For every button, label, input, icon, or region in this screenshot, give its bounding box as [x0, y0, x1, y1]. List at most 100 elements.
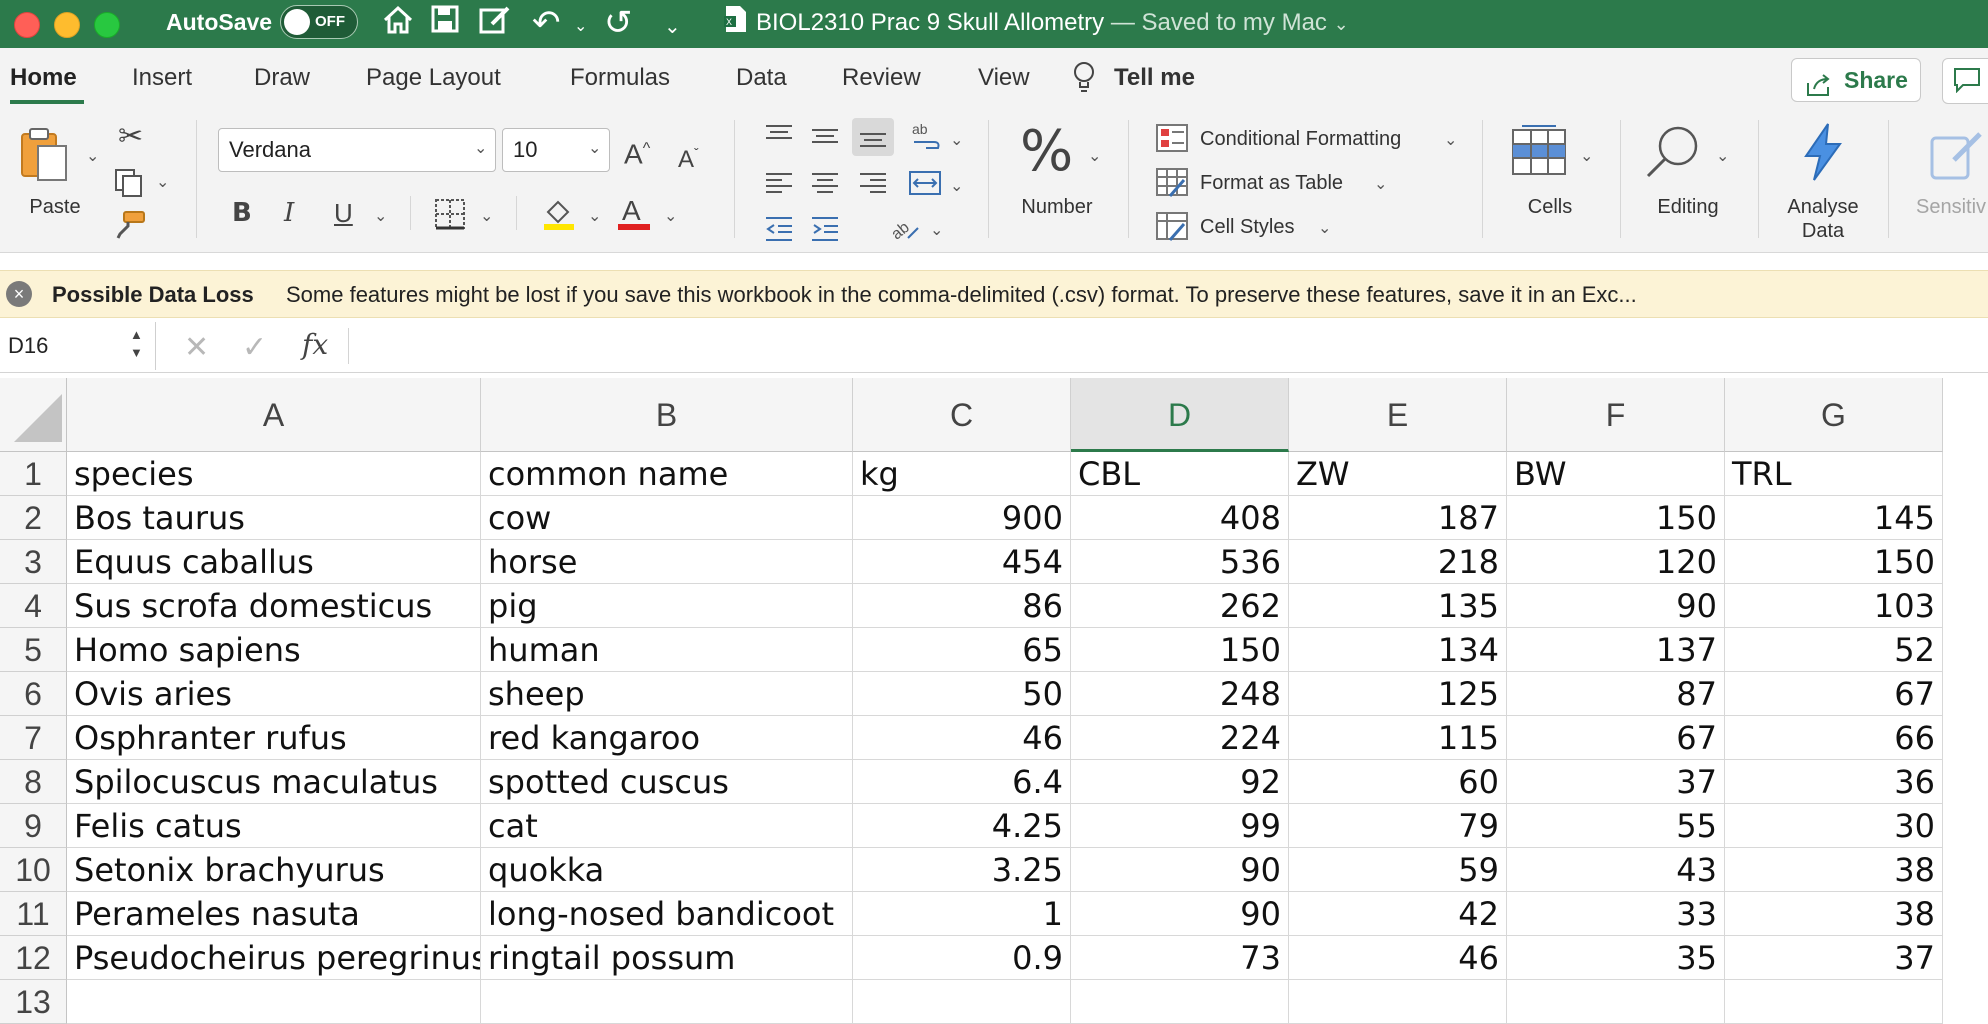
header-cell[interactable]: BW — [1507, 452, 1725, 496]
row-header[interactable]: 5 — [0, 628, 67, 672]
table-cell[interactable]: 3.25 — [853, 848, 1071, 892]
font-size-dropdown-icon[interactable]: ⌄ — [588, 138, 601, 158]
header-cell[interactable]: ZW — [1289, 452, 1507, 496]
comments-button[interactable] — [1942, 58, 1988, 104]
merge-icon[interactable] — [908, 168, 942, 203]
format-as-table-dropdown-icon[interactable]: ⌄ — [1374, 174, 1387, 194]
header-cell[interactable]: common name — [481, 452, 853, 496]
orientation-dropdown-icon[interactable]: ⌄ — [930, 220, 943, 240]
table-cell[interactable]: 134 — [1289, 628, 1507, 672]
table-cell[interactable] — [853, 980, 1071, 1024]
zoom-window-button[interactable] — [94, 12, 120, 38]
table-cell[interactable]: 65 — [853, 628, 1071, 672]
column-header-c[interactable]: C — [853, 378, 1071, 452]
table-cell[interactable]: 900 — [853, 496, 1071, 540]
table-cell[interactable]: 59 — [1289, 848, 1507, 892]
table-cell[interactable]: 4.25 — [853, 804, 1071, 848]
row-header[interactable]: 9 — [0, 804, 67, 848]
table-cell[interactable]: cow — [481, 496, 853, 540]
table-cell[interactable]: 224 — [1071, 716, 1289, 760]
table-cell[interactable]: 150 — [1507, 496, 1725, 540]
table-cell[interactable]: 92 — [1071, 760, 1289, 804]
editing-dropdown-icon[interactable]: ⌄ — [1716, 146, 1729, 166]
formula-input[interactable] — [348, 328, 1969, 364]
table-cell[interactable]: 454 — [853, 540, 1071, 584]
tab-page-layout[interactable]: Page Layout — [366, 64, 501, 92]
table-cell[interactable]: sheep — [481, 672, 853, 716]
table-cell[interactable]: 103 — [1725, 584, 1943, 628]
table-cell[interactable]: 42 — [1289, 892, 1507, 936]
table-cell[interactable]: 150 — [1071, 628, 1289, 672]
italic-button[interactable]: I — [284, 198, 294, 228]
header-cell[interactable]: kg — [853, 452, 1071, 496]
format-as-table-icon[interactable] — [1156, 168, 1188, 203]
column-header-f[interactable]: F — [1507, 378, 1725, 452]
table-cell[interactable] — [1725, 980, 1943, 1024]
table-cell[interactable]: 87 — [1507, 672, 1725, 716]
align-left-icon[interactable] — [764, 168, 794, 203]
table-cell[interactable]: 37 — [1507, 760, 1725, 804]
tab-insert[interactable]: Insert — [132, 64, 192, 92]
row-header[interactable]: 6 — [0, 672, 67, 716]
tab-view[interactable]: View — [978, 64, 1030, 92]
save-icon[interactable] — [430, 4, 460, 44]
wrap-text-icon[interactable]: ab — [910, 120, 944, 159]
tell-me-search[interactable]: Tell me — [1114, 64, 1195, 92]
home-icon[interactable] — [382, 4, 414, 46]
row-header[interactable]: 13 — [0, 980, 67, 1024]
align-bottom-button[interactable] — [852, 118, 894, 156]
format-painter-icon[interactable] — [114, 210, 146, 245]
table-cell[interactable] — [1289, 980, 1507, 1024]
table-cell[interactable] — [481, 980, 853, 1024]
table-cell[interactable]: 73 — [1071, 936, 1289, 980]
table-cell[interactable]: Spilocuscus maculatus — [67, 760, 481, 804]
table-cell[interactable]: red kangaroo — [481, 716, 853, 760]
cancel-icon[interactable]: ✕ — [184, 330, 209, 365]
tab-data[interactable]: Data — [736, 64, 787, 92]
header-cell[interactable]: species — [67, 452, 481, 496]
table-cell[interactable] — [67, 980, 481, 1024]
table-cell[interactable] — [1071, 980, 1289, 1024]
row-header[interactable]: 10 — [0, 848, 67, 892]
table-cell[interactable]: 137 — [1507, 628, 1725, 672]
table-cell[interactable]: 38 — [1725, 848, 1943, 892]
conditional-formatting-button[interactable]: Conditional Formatting — [1200, 128, 1401, 151]
conditional-formatting-dropdown-icon[interactable]: ⌄ — [1444, 130, 1457, 150]
paste-dropdown-icon[interactable]: ⌄ — [86, 146, 99, 166]
table-cell[interactable]: 125 — [1289, 672, 1507, 716]
table-cell[interactable]: 67 — [1507, 716, 1725, 760]
table-cell[interactable]: 52 — [1725, 628, 1943, 672]
table-cell[interactable]: ringtail possum — [481, 936, 853, 980]
insert-function-button[interactable]: fx — [302, 328, 328, 361]
table-cell[interactable]: 6.4 — [853, 760, 1071, 804]
number-format-icon[interactable]: % — [1020, 122, 1073, 182]
edit-icon[interactable] — [478, 4, 512, 46]
wrap-text-dropdown-icon[interactable]: ⌄ — [950, 130, 963, 150]
autosave-toggle[interactable]: OFF — [280, 5, 358, 39]
table-cell[interactable]: 36 — [1725, 760, 1943, 804]
cut-icon[interactable]: ✂ — [118, 122, 143, 152]
grow-font-icon[interactable]: A^ — [624, 134, 650, 169]
align-right-icon[interactable] — [858, 168, 888, 203]
table-cell[interactable]: Pseudocheirus peregrinus — [67, 936, 481, 980]
select-all-button[interactable] — [0, 378, 67, 452]
format-as-table-button[interactable]: Format as Table — [1200, 172, 1343, 195]
table-cell[interactable]: 43 — [1507, 848, 1725, 892]
paste-icon[interactable] — [18, 126, 70, 187]
table-cell[interactable]: 408 — [1071, 496, 1289, 540]
title-menu-chevron-icon[interactable]: ⌄ — [1334, 14, 1349, 34]
table-cell[interactable]: 1 — [853, 892, 1071, 936]
column-header-a[interactable]: A — [67, 378, 481, 452]
copy-icon[interactable] — [114, 168, 144, 203]
merge-dropdown-icon[interactable]: ⌄ — [950, 176, 963, 196]
font-color-icon[interactable]: A — [616, 194, 652, 237]
row-header[interactable]: 4 — [0, 584, 67, 628]
header-cell[interactable]: CBL — [1071, 452, 1289, 496]
table-cell[interactable]: 50 — [853, 672, 1071, 716]
row-header[interactable]: 3 — [0, 540, 67, 584]
cell-styles-dropdown-icon[interactable]: ⌄ — [1318, 218, 1331, 238]
underline-button[interactable]: U — [334, 198, 353, 228]
table-cell[interactable]: 90 — [1071, 892, 1289, 936]
row-header[interactable]: 11 — [0, 892, 67, 936]
table-cell[interactable]: 67 — [1725, 672, 1943, 716]
